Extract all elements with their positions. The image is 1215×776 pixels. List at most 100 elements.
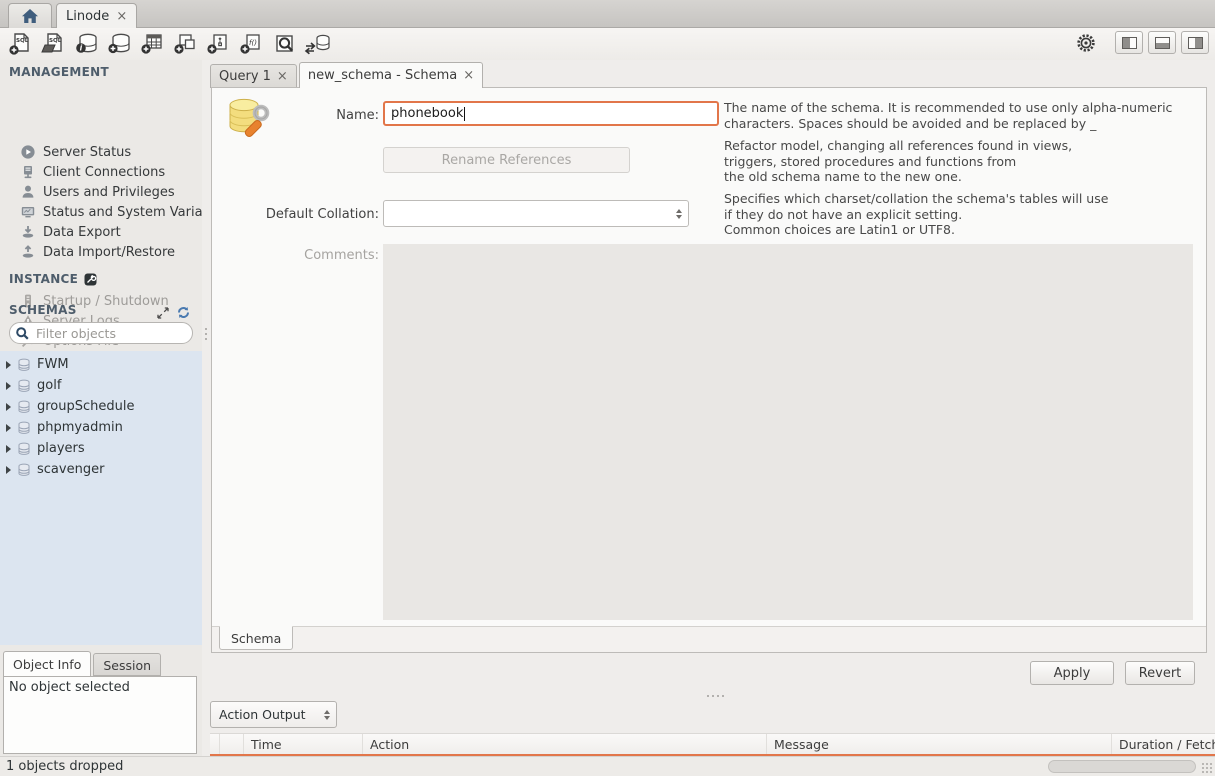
column-message[interactable]: Message [767,734,1112,754]
close-icon[interactable]: × [116,10,127,23]
object-info-panel: No object selected [3,676,197,754]
tab-session[interactable]: Session [93,653,161,676]
search-data-icon[interactable] [268,30,301,58]
schema-name-input[interactable]: phonebook [383,101,719,126]
create-procedure-icon[interactable] [202,30,235,58]
main-toolbar: SQL SQL i f() [0,28,1215,60]
connection-tab[interactable]: Linode × [56,3,137,28]
search-icon [15,326,30,341]
instance-wrench-icon [84,273,97,286]
collation-select[interactable] [383,200,689,227]
sidebar-item-users-privileges[interactable]: Users and Privileges [20,182,175,202]
database-icon [17,421,31,435]
create-function-icon[interactable]: f() [235,30,268,58]
home-icon [21,8,39,24]
database-icon [17,358,31,372]
svg-text:SQL: SQL [16,38,29,44]
window-tab-bar: Linode × [0,0,1215,28]
schema-row-fwm[interactable]: FWM [0,354,202,375]
schema-filter[interactable] [9,322,193,344]
spinner-arrows-icon[interactable] [324,710,330,720]
output-selector[interactable]: Action Output [210,701,337,728]
column-action[interactable]: Action [363,734,767,754]
schema-row-golf[interactable]: golf [0,375,202,396]
main-area: Query 1 × new_schema - Schema × Name: ph… [210,60,1215,756]
expander-icon[interactable] [6,403,11,411]
management-section-title: MANAGEMENT [9,65,109,79]
data-import-icon [20,244,36,260]
tab-schema[interactable]: Schema [219,626,293,650]
toolbar-right-group [1076,31,1209,54]
refresh-schemas-icon[interactable] [177,306,190,319]
editor-tab-bar: Query 1 × new_schema - Schema × [210,60,485,88]
object-info-text: No object selected [9,680,130,695]
schema-row-players[interactable]: players [0,438,202,459]
column-time[interactable]: Time [244,734,363,754]
svg-text:SQL: SQL [49,38,62,44]
output-table-header: Time Action Message Duration / Fetch [210,733,1215,754]
expander-icon[interactable] [6,424,11,432]
schema-editor-panel: Name: phonebook The name of the schema. … [211,87,1207,653]
expander-icon[interactable] [6,466,11,474]
schema-list: FWM golf groupSchedule phpmyadmin player [0,351,202,645]
create-view-icon[interactable] [169,30,202,58]
horizontal-scrollbar-thumb[interactable] [1048,760,1196,773]
tab-query-1[interactable]: Query 1 × [210,64,297,88]
splitter-grip [205,328,207,330]
toggle-right-sidebar-icon[interactable] [1181,31,1209,54]
toggle-left-sidebar-icon[interactable] [1115,31,1143,54]
new-sql-tab-icon[interactable]: SQL [4,30,37,58]
database-icon [17,442,31,456]
create-schema-icon[interactable] [103,30,136,58]
connection-tab-label: Linode [66,9,109,24]
expand-panel-icon[interactable] [157,307,169,319]
tab-object-info[interactable]: Object Info [3,651,91,676]
schema-row-groupschedule[interactable]: groupSchedule [0,396,202,417]
svg-text:f(): f() [249,39,257,47]
schema-row-scavenger[interactable]: scavenger [0,459,202,480]
preferences-gear-icon[interactable] [1076,33,1096,53]
name-label: Name: [252,108,379,123]
reconnect-dbms-icon[interactable] [301,30,334,58]
database-icon [17,463,31,477]
close-icon[interactable]: × [463,69,474,82]
expander-icon[interactable] [6,382,11,390]
sidebar-bottom-tabs: Object InfoSession [0,651,202,676]
close-icon[interactable]: × [277,70,288,83]
horizontal-splitter[interactable] [210,693,1215,700]
schema-row-phpmyadmin[interactable]: phpmyadmin [0,417,202,438]
text-caret [464,107,465,121]
collation-label: Default Collation: [252,207,379,222]
window-resize-grip[interactable] [1200,761,1214,775]
expander-icon[interactable] [6,361,11,369]
apply-button[interactable]: Apply [1030,661,1114,685]
client-connections-icon [20,164,36,180]
vertical-splitter[interactable] [202,60,210,756]
column-icon[interactable] [220,734,244,754]
sidebar-item-client-connections[interactable]: Client Connections [20,162,165,182]
comments-textarea[interactable] [383,244,1193,620]
tab-new-schema[interactable]: new_schema - Schema × [299,62,483,88]
create-table-icon[interactable] [136,30,169,58]
home-tab[interactable] [8,3,52,28]
rename-references-button[interactable]: Rename References [383,147,630,173]
toolbar-left-group: SQL SQL i f() [4,30,334,58]
sidebar-item-system-variables[interactable]: Status and System Variables [20,202,229,222]
sidebar-item-data-export[interactable]: Data Export [20,222,121,242]
sidebar-item-data-import[interactable]: Data Import/Restore [20,242,175,262]
toggle-bottom-panel-icon[interactable] [1148,31,1176,54]
schemas-header-icons [157,306,190,319]
column-status[interactable] [210,734,220,754]
column-duration-fetch[interactable]: Duration / Fetch [1112,734,1215,754]
expander-icon[interactable] [6,445,11,453]
inspect-database-icon[interactable]: i [70,30,103,58]
sidebar-item-server-status[interactable]: Server Status [20,142,131,162]
open-sql-script-icon[interactable]: SQL [37,30,70,58]
schema-filter-input[interactable] [34,325,192,342]
spinner-arrows-icon[interactable] [676,209,682,219]
rename-help-text: Refactor model, changing all references … [724,138,1174,185]
users-privileges-icon [20,184,36,200]
splitter-grip [707,695,709,697]
revert-button[interactable]: Revert [1125,661,1195,685]
system-variables-icon [20,204,36,220]
